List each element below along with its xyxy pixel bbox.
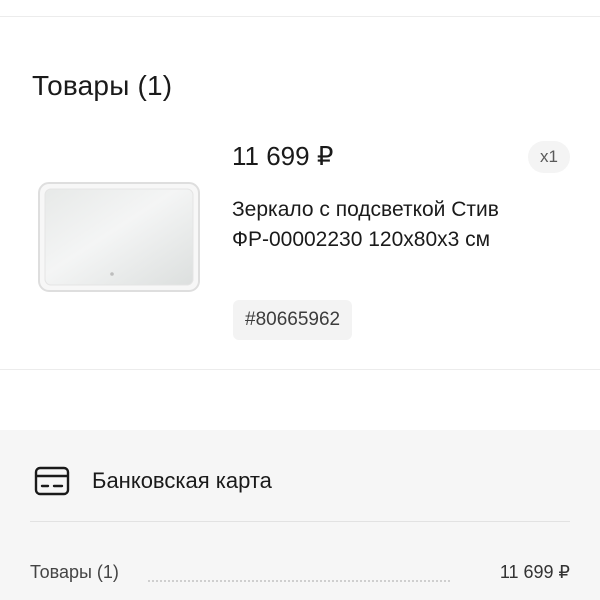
summary-row: Товары (1) 11 699 ₽ — [30, 558, 570, 588]
product-name[interactable]: Зеркало с подсветкой Стив ФР-00002230 12… — [232, 195, 562, 255]
section-divider — [0, 369, 600, 370]
summary-dots — [148, 580, 450, 582]
summary-value: 11 699 ₽ — [499, 562, 570, 582]
payment-method-label[interactable]: Банковская карта — [92, 468, 272, 494]
product-image[interactable] — [36, 180, 202, 294]
quantity-badge: x1 — [528, 141, 570, 173]
credit-card-icon — [34, 466, 70, 496]
panel-divider — [30, 521, 570, 522]
summary-label: Товары (1) — [30, 562, 119, 582]
products-section-title: Товары (1) — [32, 70, 173, 101]
top-divider — [0, 16, 600, 17]
sku-chip[interactable]: #80665962 — [233, 300, 353, 340]
product-price: 11 699 ₽ — [232, 141, 334, 171]
